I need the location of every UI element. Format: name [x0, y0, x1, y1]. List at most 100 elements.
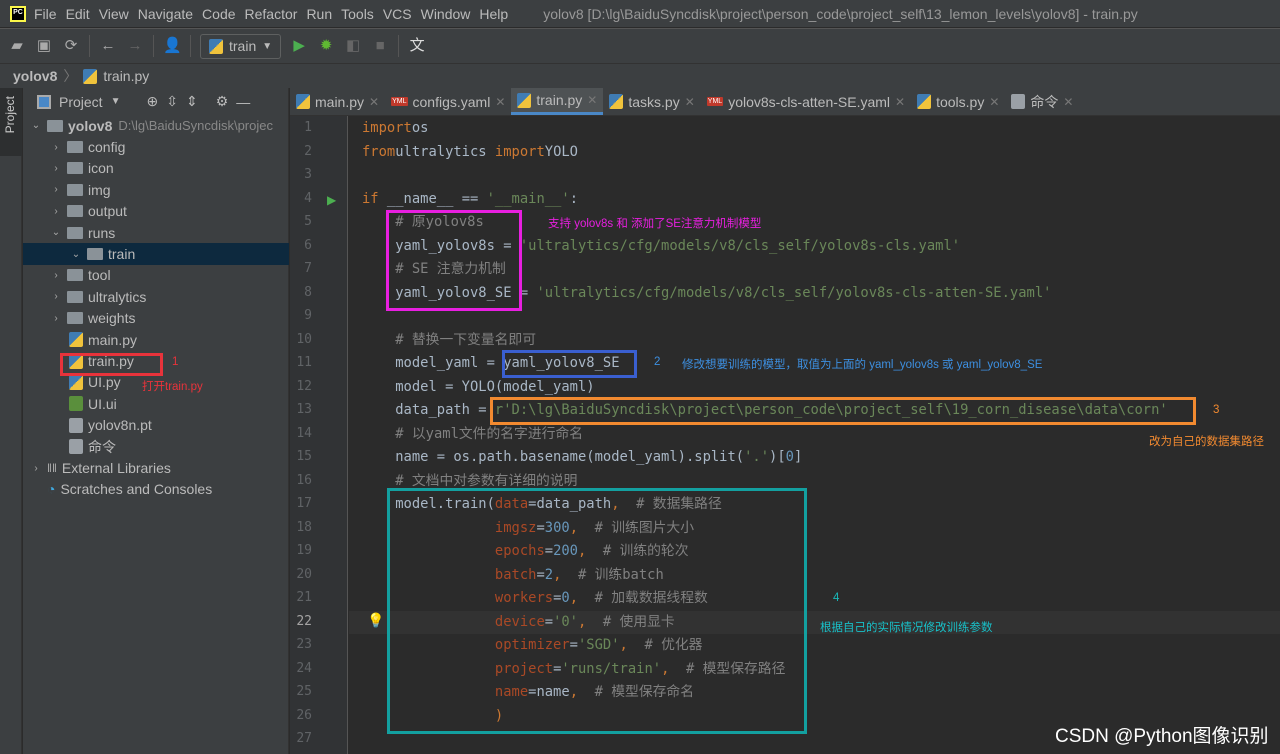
tree-item[interactable]: › img [23, 179, 289, 200]
chevron-right-icon[interactable]: › [49, 163, 63, 174]
chevron-right-icon[interactable]: › [49, 206, 63, 217]
translate-icon[interactable]: 文A [408, 37, 426, 75]
close-icon[interactable]: ✕ [895, 95, 905, 109]
tree-item-label: train [108, 246, 136, 263]
menu-navigate[interactable]: Navigate [138, 6, 193, 22]
folder-icon [67, 312, 83, 325]
chevron-right-icon[interactable]: › [49, 270, 63, 281]
tab-命令[interactable]: 命令 ✕ [1005, 88, 1079, 115]
close-icon[interactable]: ✕ [1063, 95, 1073, 109]
code-line[interactable]: importos [362, 117, 428, 141]
tab-main.py[interactable]: main.py ✕ [290, 88, 385, 115]
tree-item[interactable]: › output [23, 201, 289, 222]
gear-icon[interactable]: ⚙ [216, 93, 229, 110]
save-icon[interactable]: ▣ [35, 37, 53, 55]
menu-window[interactable]: Window [421, 6, 471, 22]
menu-run[interactable]: Run [306, 6, 332, 22]
tab-label: tools.py [936, 93, 985, 110]
code-line[interactable]: name = os.path.basename(model_yaml).spli… [362, 446, 802, 470]
tree-item[interactable]: ⌄ yolov8 D:\lg\BaiduSyncdisk\projec [23, 115, 289, 136]
code-line[interactable]: fromultralytics importYOLO [362, 141, 578, 165]
locate-icon[interactable]: ⊕ [146, 93, 158, 110]
code-token: 0 [785, 449, 794, 465]
chevron-down-icon[interactable]: ⌄ [49, 227, 63, 238]
line-number: 22 [296, 613, 312, 629]
close-icon[interactable]: ✕ [989, 95, 999, 109]
chevron-down-icon[interactable]: ▼ [111, 96, 121, 107]
menu-vcs[interactable]: VCS [383, 6, 412, 22]
tree-item[interactable]: › icon [23, 158, 289, 179]
annotation-number-2: 2 [654, 356, 661, 368]
tree-item[interactable]: › config [23, 136, 289, 157]
tree-item-label: Scratches and Consoles [60, 481, 213, 498]
line-number: 17 [296, 496, 312, 511]
tab-configs.yaml[interactable]: YML configs.yaml ✕ [385, 88, 511, 115]
chevron-down-icon[interactable]: ⌄ [69, 249, 83, 260]
hide-icon[interactable]: — [236, 94, 250, 110]
project-view-label[interactable]: Project [59, 94, 103, 110]
line-number: 14 [296, 425, 312, 441]
tab-yolov8s-cls-atten-SE.yaml[interactable]: YML yolov8s-cls-atten-SE.yaml ✕ [701, 88, 911, 115]
tree-item[interactable]: › ‖‖ External Libraries [23, 457, 289, 478]
chevron-right-icon[interactable]: › [49, 313, 63, 324]
coverage-icon[interactable]: ◧ [344, 37, 362, 55]
tree-item[interactable]: › ultralytics [23, 286, 289, 307]
chevron-right-icon[interactable]: › [49, 142, 63, 153]
annotation-number-4: 4 [833, 592, 840, 604]
expand-all-icon[interactable]: ⇳ [166, 93, 178, 110]
breadcrumb-file[interactable]: train.py [103, 68, 149, 84]
tab-label: train.py [536, 92, 583, 108]
tree-item[interactable]: ⌄ train [23, 243, 289, 265]
menu-view[interactable]: View [99, 6, 129, 22]
menu-tools[interactable]: Tools [341, 6, 374, 22]
code-line[interactable]: model = YOLO(model_yaml) [362, 376, 594, 400]
close-icon[interactable]: ✕ [495, 95, 505, 109]
tree-item[interactable]: ◔ Scratches and Consoles [23, 479, 289, 500]
breadcrumb: yolov8 〉 train.py [0, 63, 1280, 88]
open-folder-icon[interactable]: ▰ [8, 37, 26, 55]
code-token: )[ [769, 449, 786, 465]
debug-icon[interactable]: ✹ [317, 37, 335, 55]
menu-help[interactable]: Help [479, 6, 508, 22]
tree-item[interactable]: ⌄ runs [23, 222, 289, 243]
tree-item[interactable]: › tool [23, 265, 289, 286]
tree-item[interactable]: 命令 [23, 436, 289, 457]
tab-label: configs.yaml [412, 93, 491, 110]
line-number: 12 [296, 378, 312, 394]
run-config-dropdown[interactable]: train ▼ [200, 33, 282, 59]
menu-refactor[interactable]: Refactor [245, 6, 298, 22]
qt-file-icon [69, 396, 83, 412]
tree-item[interactable]: UI.ui [23, 393, 289, 414]
chevron-down-icon[interactable]: ⌄ [29, 120, 43, 131]
tree-item[interactable]: yolov8n.pt [23, 415, 289, 436]
close-icon[interactable]: ✕ [587, 93, 597, 107]
tree-item[interactable]: main.py [23, 329, 289, 350]
menu-edit[interactable]: Edit [66, 6, 90, 22]
code-line[interactable]: if __name__ == '__main__': [362, 188, 578, 212]
forward-icon[interactable]: → [126, 37, 144, 55]
breadcrumb-project[interactable]: yolov8 [13, 68, 57, 84]
python-file-icon [69, 374, 83, 390]
close-icon[interactable]: ✕ [685, 95, 695, 109]
close-icon[interactable]: ✕ [369, 95, 379, 109]
stop-icon[interactable]: ■ [371, 37, 389, 55]
menu-code[interactable]: Code [202, 6, 235, 22]
sync-icon[interactable]: ⟳ [62, 37, 80, 55]
user-icon[interactable]: 👤 [163, 37, 182, 55]
code-line[interactable]: # 以yaml文件的名字进行命名 [362, 423, 583, 447]
run-icon[interactable]: ▶ [290, 37, 308, 55]
tree-item[interactable]: › weights [23, 308, 289, 329]
code-token: # 替换一下变量名即可 [395, 331, 537, 348]
tab-tools.py[interactable]: tools.py ✕ [911, 88, 1005, 115]
tab-train.py[interactable]: train.py ✕ [511, 88, 604, 115]
chevron-right-icon[interactable]: › [49, 184, 63, 195]
menu-file[interactable]: File [34, 6, 57, 22]
code-line[interactable]: # 替换一下变量名即可 [362, 329, 536, 353]
collapse-all-icon[interactable]: ⇕ [186, 93, 198, 110]
chevron-right-icon[interactable]: › [49, 291, 63, 302]
back-icon[interactable]: ← [99, 37, 117, 55]
chevron-right-icon[interactable]: › [29, 463, 43, 474]
run-gutter-icon[interactable]: ▶ [327, 193, 336, 207]
tab-tasks.py[interactable]: tasks.py ✕ [603, 88, 700, 115]
line-number: 21 [296, 590, 312, 605]
